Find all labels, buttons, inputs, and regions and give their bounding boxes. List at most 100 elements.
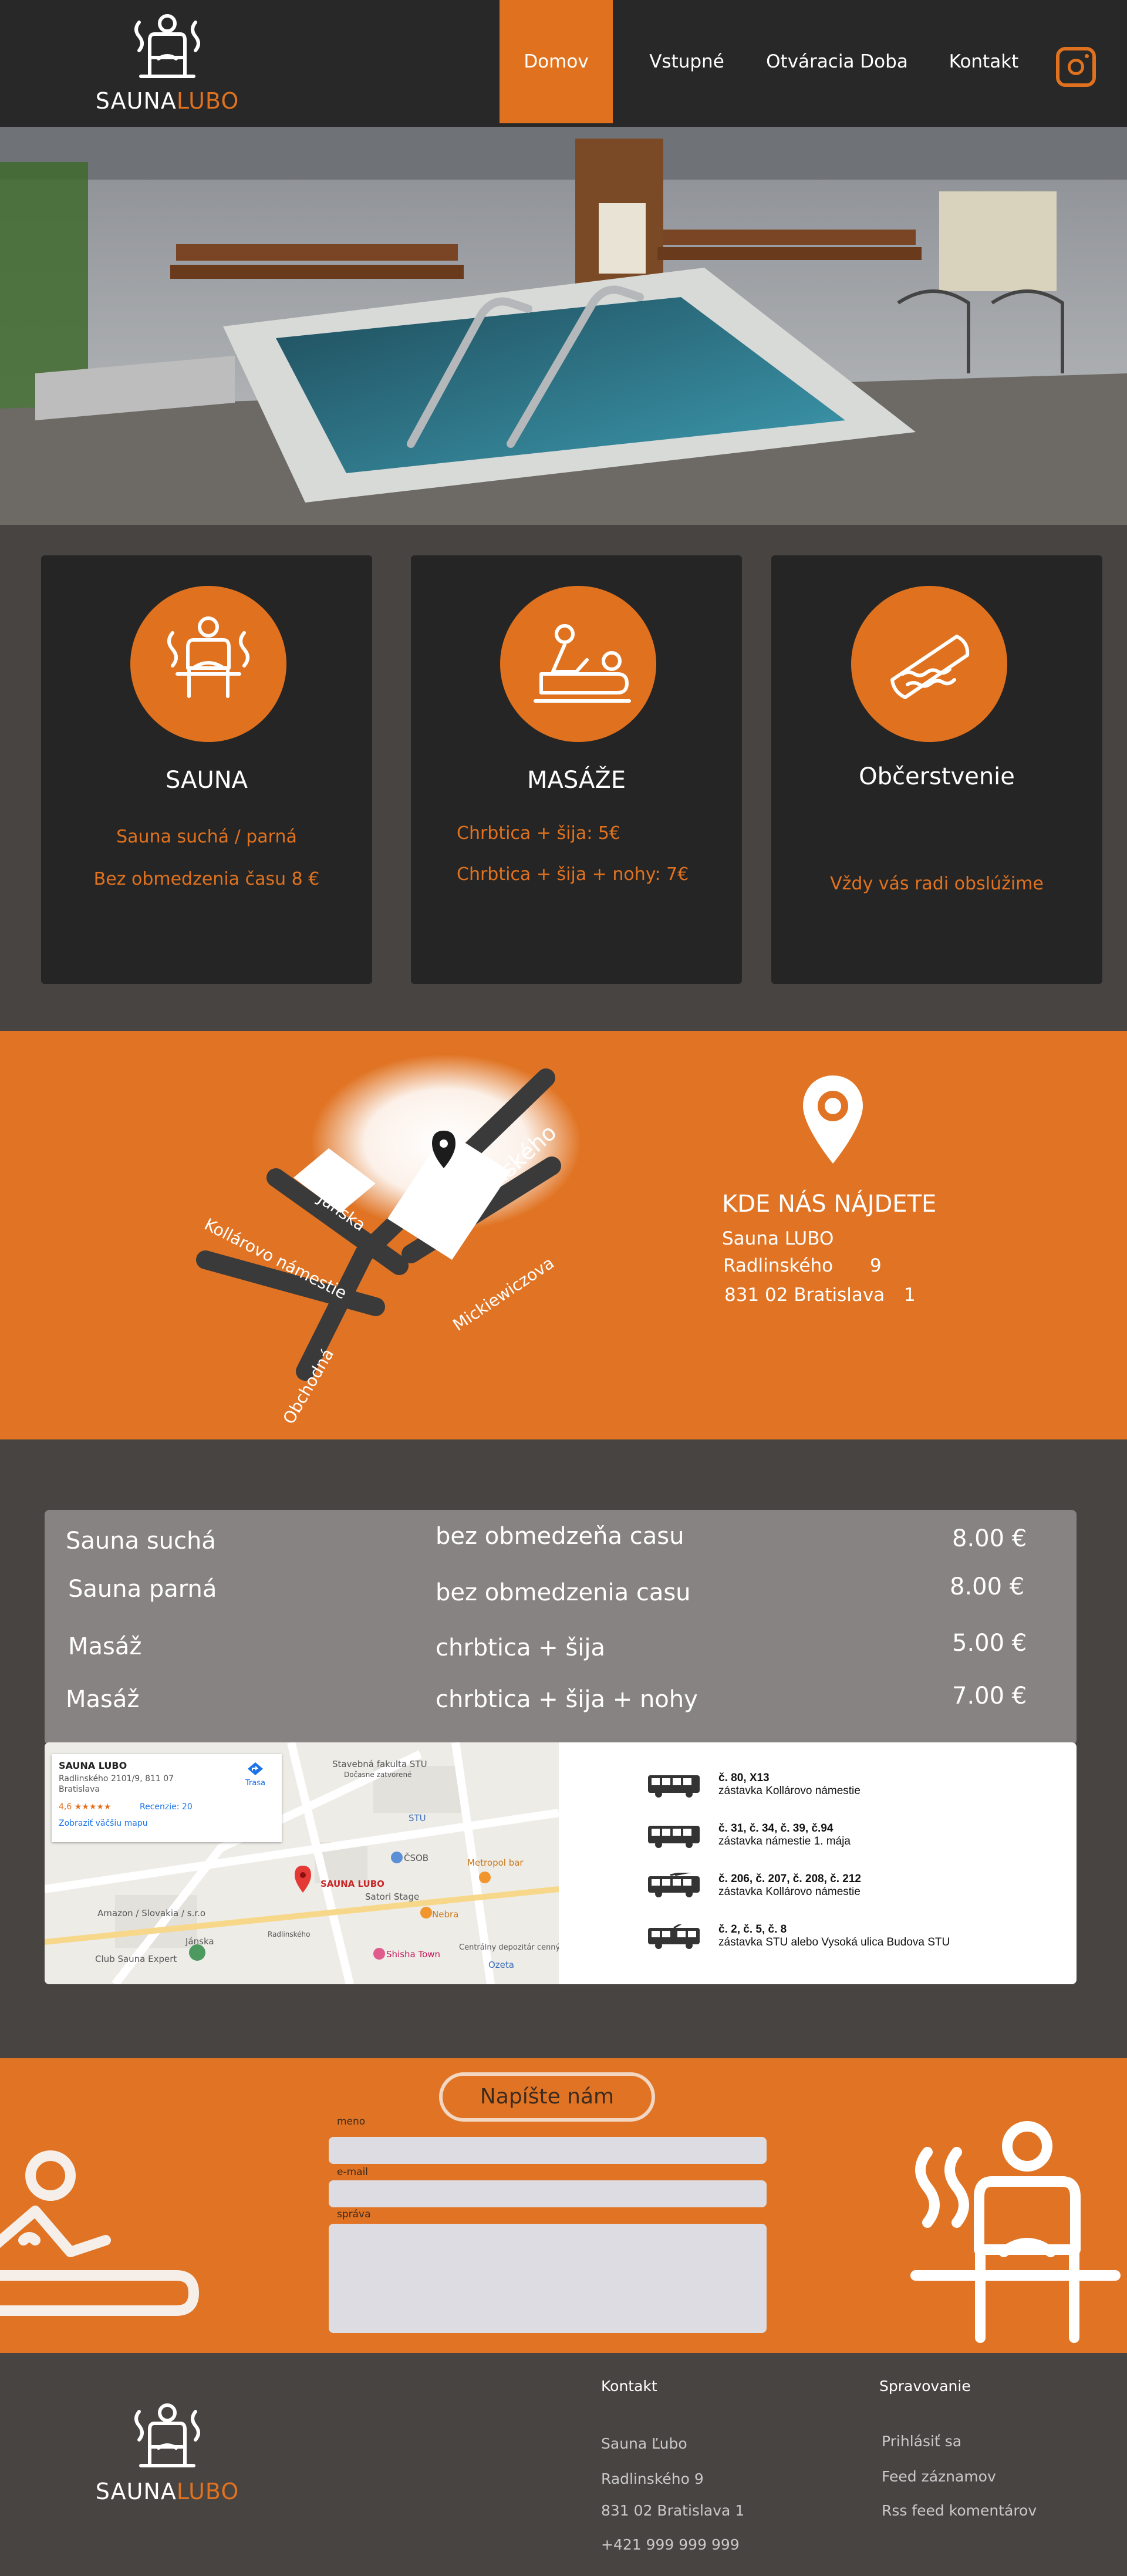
service-line: Sauna suchá / parná: [116, 827, 297, 847]
map-label: Nebra: [432, 1909, 459, 1920]
map-card-route[interactable]: Trasa: [245, 1779, 265, 1788]
map-card-rating: 4,6 ★★★★★: [59, 1802, 112, 1812]
hero-image: [0, 127, 1127, 525]
nav-item-domov[interactable]: Domov: [500, 0, 613, 123]
massage-icon: [534, 624, 631, 703]
map-label: Dočasne zatvorené: [344, 1771, 412, 1779]
footer-logo-text: SAUNALUBO: [88, 2479, 247, 2504]
sandwich-circle: [851, 586, 1007, 742]
location-district: 1: [904, 1284, 916, 1306]
service-line: Bez obmedzenia času 8 €: [93, 869, 320, 889]
location-city: 831 02 Bratislava: [724, 1284, 885, 1306]
sauna-circle: [130, 586, 286, 742]
site-footer: SAUNALUBO Kontakt Sauna Ľubo Radlinského…: [0, 2353, 1127, 2576]
google-map[interactable]: SAUNA LUBO Stavebná fakulta STU Dočasne …: [45, 1742, 559, 1984]
map-label: Shisha Town: [386, 1949, 441, 1960]
footer-admin-title: Spravovanie: [879, 2378, 971, 2395]
bus-icon: [648, 1775, 700, 1798]
contact-title: Napíšte nám: [439, 2072, 655, 2122]
service-card-sauna: SAUNA Sauna suchá / parná Bez obmedzenia…: [41, 555, 372, 984]
footer-logo[interactable]: SAUNALUBO: [88, 2400, 247, 2506]
tram-icon: [648, 1924, 700, 1949]
transport-stop: zástavka Kollárovo námestie: [718, 1785, 861, 1797]
map-card-city: Bratislava: [59, 1785, 100, 1794]
map-card-reviews[interactable]: Recenzie: 20: [140, 1802, 193, 1812]
sauna-person-icon: [134, 14, 200, 78]
location-number: 9: [870, 1255, 882, 1276]
price-desc: chrbtica + šija + nohy: [436, 1686, 698, 1713]
footer-contact-title: Kontakt: [601, 2378, 657, 2395]
price-name: Masáž: [66, 1686, 140, 1713]
sauna-person-icon: [134, 2403, 200, 2467]
map-label: Centrálny depozitár cenných papierov: [459, 1943, 559, 1952]
price-name: Sauna parná: [68, 1576, 217, 1603]
map-label-mickiewiczova: Mickiewiczova: [449, 1253, 557, 1335]
email-input[interactable]: [329, 2180, 767, 2207]
transport-lines: č. 80, X13: [718, 1772, 770, 1784]
sauna-person-decor-icon: [910, 2121, 1121, 2343]
transport-stop: zástavka Kollárovo námestie: [718, 1886, 861, 1898]
services-section: SAUNA Sauna suchá / parná Bez obmedzenia…: [0, 525, 1127, 1031]
map-label: Jánska: [185, 1936, 214, 1947]
nav-item-kontakt[interactable]: Kontakt: [937, 0, 1031, 123]
name-input[interactable]: [329, 2137, 767, 2164]
nav-item-vstupne[interactable]: Vstupné: [640, 0, 734, 123]
instagram-icon[interactable]: [1056, 47, 1096, 87]
map-card-address: Radlinského 2101/9, 811 07: [59, 1774, 174, 1783]
location-section: Radlinského Jánska Kollárovo námestie Mi…: [0, 1031, 1127, 1439]
price-value: 8.00 €: [952, 1525, 1027, 1552]
service-line: Chrbtica + šija + nohy: 7€: [457, 864, 689, 885]
contact-section: Napíšte nám meno e-mail správa: [0, 2058, 1127, 2353]
service-card-obcerstvenie: Občerstvenie Vždy vás radi obslúžime: [771, 555, 1102, 984]
location-name: Sauna LUBO: [722, 1228, 834, 1249]
footer-logo-word-1: SAUNA: [95, 2479, 177, 2504]
price-desc: bez obmedzeňa casu: [436, 1523, 684, 1550]
service-title: SAUNA: [165, 767, 248, 794]
site-logo[interactable]: SAUNALUBO: [88, 11, 247, 116]
price-name: Sauna suchá: [66, 1528, 216, 1555]
map-pin-label: SAUNA LUBO: [320, 1879, 384, 1889]
service-title: Občerstvenie: [859, 763, 1015, 790]
logo-text: SAUNALUBO: [88, 88, 247, 114]
site-header: SAUNALUBO Domov Vstupné Otváracia Doba K…: [0, 0, 1127, 127]
park-marker: [189, 1944, 205, 1961]
nav-item-otvaracia-doba[interactable]: Otváracia Doba: [761, 0, 913, 123]
price-name: Masáž: [68, 1633, 142, 1660]
map-label: Metropol bar: [467, 1857, 524, 1868]
name-label: meno: [337, 2116, 366, 2127]
logo-word-2: LUBO: [176, 88, 239, 114]
map-label: Club Sauna Expert: [95, 1954, 177, 1964]
price-desc: chrbtica + šija: [436, 1634, 606, 1661]
location-pin-icon: [803, 1075, 863, 1164]
directions-icon[interactable]: [247, 1761, 264, 1776]
footer-contact-line: Sauna Ľubo: [601, 2435, 687, 2452]
map-label: Ozeta: [488, 1960, 514, 1970]
service-line: Chrbtica + šija: 5€: [457, 823, 621, 844]
location-street: Radlinského: [723, 1255, 834, 1276]
footer-link-login[interactable]: Prihlásiť sa: [882, 2433, 961, 2450]
transport-lines: č. 2, č. 5, č. 8: [718, 1923, 787, 1936]
street-map-illustration: Radlinského Jánska Kollárovo námestie Mi…: [196, 1054, 581, 1428]
prices-section: Sauna suchá bez obmedzeňa casu 8.00 € Sa…: [0, 1439, 1127, 2058]
sauna-person-icon: [167, 616, 249, 698]
footer-link-feed[interactable]: Feed záznamov: [882, 2468, 996, 2485]
footer-link-rss[interactable]: Rss feed komentárov: [882, 2502, 1037, 2519]
map-card-title: SAUNA LUBO: [59, 1760, 127, 1771]
map-label: Radlinského: [268, 1930, 311, 1938]
price-value: 8.00 €: [950, 1573, 1025, 1600]
message-textarea[interactable]: [329, 2224, 767, 2333]
footer-contact-phone[interactable]: +421 999 999 999: [601, 2536, 740, 2553]
map-info-card: SAUNA LUBO Radlinského 2101/9, 811 07 Br…: [52, 1754, 282, 1842]
email-label: e-mail: [337, 2166, 369, 2178]
map-label: Stavebná fakulta STU: [332, 1759, 427, 1769]
map-card-link[interactable]: Zobraziť väčšiu mapu: [59, 1819, 148, 1828]
service-title: MASÁŽE: [527, 767, 626, 794]
massage-circle: [500, 586, 656, 742]
footer-logo-word-2: LUBO: [176, 2479, 239, 2504]
location-title: KDE NÁS NÁJDETE: [722, 1191, 937, 1218]
massage-decor-icon: [0, 2150, 199, 2316]
map-label: STU: [409, 1813, 426, 1823]
footer-contact-line: Radlinského 9: [601, 2470, 704, 2487]
transport-stop: zástavka námestie 1. mája: [718, 1835, 851, 1847]
bus-icon: [648, 1826, 700, 1848]
